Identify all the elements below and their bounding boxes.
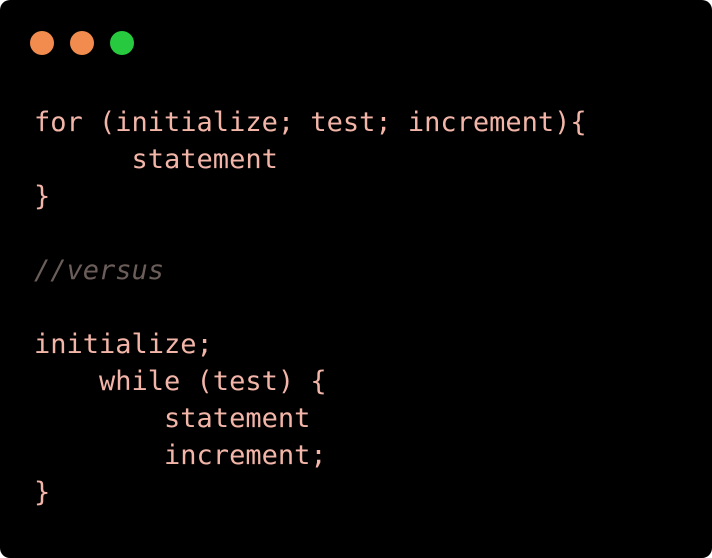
window-titlebar [0,0,712,80]
code-line-for: for (initialize; test; increment){ [34,107,587,138]
minimize-control[interactable] [70,31,94,55]
code-window: for (initialize; test; increment){ state… [0,0,712,558]
code-line-while-statement: statement [34,403,311,434]
code-comment-versus: //versus [34,255,165,286]
code-line-initialize: initialize; [34,329,213,360]
code-block: for (initialize; test; increment){ state… [34,104,587,511]
code-line-for-close: } [34,181,51,212]
close-control[interactable] [30,31,54,55]
zoom-control[interactable] [110,31,134,55]
code-line-while: while (test) { [34,366,327,397]
code-line-increment: increment; [34,440,327,471]
code-line-for-statement: statement [34,144,278,175]
code-line-while-close: } [34,477,51,508]
